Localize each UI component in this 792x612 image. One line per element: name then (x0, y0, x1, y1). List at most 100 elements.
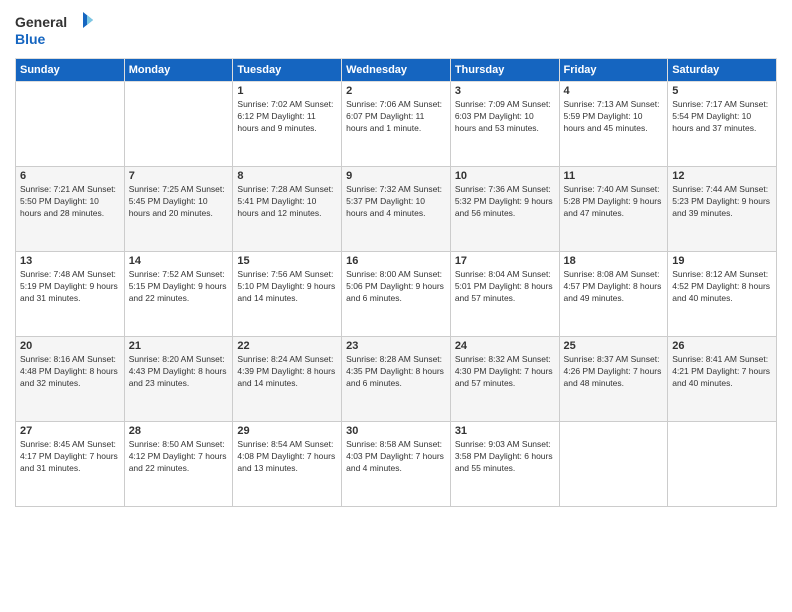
page-container: General Blue SundayMondayTuesdayWednesda… (0, 0, 792, 612)
day-info: Sunrise: 7:21 AM Sunset: 5:50 PM Dayligh… (20, 184, 120, 220)
calendar-cell (124, 82, 233, 167)
day-number: 4 (564, 85, 664, 97)
day-info: Sunrise: 8:54 AM Sunset: 4:08 PM Dayligh… (237, 439, 337, 475)
day-number: 24 (455, 340, 555, 352)
day-number: 1 (237, 85, 337, 97)
day-number: 18 (564, 255, 664, 267)
day-info: Sunrise: 8:28 AM Sunset: 4:35 PM Dayligh… (346, 354, 446, 390)
calendar-cell: 3 Sunrise: 7:09 AM Sunset: 6:03 PM Daylig… (450, 82, 559, 167)
day-number: 22 (237, 340, 337, 352)
calendar-cell: 17 Sunrise: 8:04 AM Sunset: 5:01 PM Dayli… (450, 252, 559, 337)
day-number: 27 (20, 425, 120, 437)
generalblue-logo-icon: General Blue (15, 10, 95, 50)
calendar-cell: 13 Sunrise: 7:48 AM Sunset: 5:19 PM Dayli… (16, 252, 125, 337)
day-info: Sunrise: 7:25 AM Sunset: 5:45 PM Dayligh… (129, 184, 229, 220)
svg-text:General: General (15, 14, 67, 30)
calendar-cell: 23 Sunrise: 8:28 AM Sunset: 4:35 PM Dayli… (342, 337, 451, 422)
day-info: Sunrise: 8:12 AM Sunset: 4:52 PM Dayligh… (672, 269, 772, 305)
calendar-cell: 27Sunrise: 8:45 AM Sunset: 4:17 PM Dayli… (16, 422, 125, 507)
day-number: 12 (672, 170, 772, 182)
calendar-cell: 25Sunrise: 8:37 AM Sunset: 4:26 PM Dayli… (559, 337, 668, 422)
day-number: 30 (346, 425, 446, 437)
day-number: 2 (346, 85, 446, 97)
calendar-cell: 29 Sunrise: 8:54 AM Sunset: 4:08 PM Dayli… (233, 422, 342, 507)
day-info: Sunrise: 8:50 AM Sunset: 4:12 PM Dayligh… (129, 439, 229, 475)
day-number: 17 (455, 255, 555, 267)
day-number: 10 (455, 170, 555, 182)
calendar-cell: 12Sunrise: 7:44 AM Sunset: 5:23 PM Dayli… (668, 167, 777, 252)
day-number: 25 (564, 340, 664, 352)
weekday-header-friday: Friday (559, 59, 668, 82)
day-number: 8 (237, 170, 337, 182)
day-number: 23 (346, 340, 446, 352)
calendar-table: SundayMondayTuesdayWednesdayThursdayFrid… (15, 58, 777, 507)
week-row-1: 1 Sunrise: 7:02 AM Sunset: 6:12 PM Daylig… (16, 82, 777, 167)
calendar-cell: 11 Sunrise: 7:40 AM Sunset: 5:28 PM Dayli… (559, 167, 668, 252)
day-info: Sunrise: 8:24 AM Sunset: 4:39 PM Dayligh… (237, 354, 337, 390)
day-number: 29 (237, 425, 337, 437)
calendar-cell: 5Sunrise: 7:17 AM Sunset: 5:54 PM Daylig… (668, 82, 777, 167)
calendar-cell: 30 Sunrise: 8:58 AM Sunset: 4:03 PM Dayli… (342, 422, 451, 507)
weekday-header-saturday: Saturday (668, 59, 777, 82)
calendar-cell: 20 Sunrise: 8:16 AM Sunset: 4:48 PM Dayli… (16, 337, 125, 422)
week-row-2: 6 Sunrise: 7:21 AM Sunset: 5:50 PM Daylig… (16, 167, 777, 252)
day-info: Sunrise: 8:20 AM Sunset: 4:43 PM Dayligh… (129, 354, 229, 390)
day-info: Sunrise: 7:48 AM Sunset: 5:19 PM Dayligh… (20, 269, 120, 305)
day-info: Sunrise: 7:36 AM Sunset: 5:32 PM Dayligh… (455, 184, 555, 220)
calendar-cell: 7Sunrise: 7:25 AM Sunset: 5:45 PM Daylig… (124, 167, 233, 252)
day-info: Sunrise: 8:08 AM Sunset: 4:57 PM Dayligh… (564, 269, 664, 305)
day-number: 21 (129, 340, 229, 352)
week-row-4: 20 Sunrise: 8:16 AM Sunset: 4:48 PM Dayli… (16, 337, 777, 422)
calendar-cell: 19 Sunrise: 8:12 AM Sunset: 4:52 PM Dayli… (668, 252, 777, 337)
day-info: Sunrise: 8:41 AM Sunset: 4:21 PM Dayligh… (672, 354, 772, 390)
day-number: 19 (672, 255, 772, 267)
day-info: Sunrise: 7:40 AM Sunset: 5:28 PM Dayligh… (564, 184, 664, 220)
calendar-cell (16, 82, 125, 167)
day-number: 9 (346, 170, 446, 182)
day-number: 3 (455, 85, 555, 97)
weekday-header-sunday: Sunday (16, 59, 125, 82)
day-number: 11 (564, 170, 664, 182)
day-info: Sunrise: 8:04 AM Sunset: 5:01 PM Dayligh… (455, 269, 555, 305)
day-number: 6 (20, 170, 120, 182)
calendar-cell: 16 Sunrise: 8:00 AM Sunset: 5:06 PM Dayli… (342, 252, 451, 337)
header: General Blue (15, 10, 777, 50)
calendar-cell: 31 Sunrise: 9:03 AM Sunset: 3:58 PM Dayli… (450, 422, 559, 507)
calendar-cell: 2 Sunrise: 7:06 AM Sunset: 6:07 PM Daylig… (342, 82, 451, 167)
calendar-cell: 10 Sunrise: 7:36 AM Sunset: 5:32 PM Dayli… (450, 167, 559, 252)
weekday-header-thursday: Thursday (450, 59, 559, 82)
day-info: Sunrise: 7:13 AM Sunset: 5:59 PM Dayligh… (564, 99, 664, 135)
calendar-cell: 9 Sunrise: 7:32 AM Sunset: 5:37 PM Daylig… (342, 167, 451, 252)
day-number: 26 (672, 340, 772, 352)
day-number: 28 (129, 425, 229, 437)
day-info: Sunrise: 8:16 AM Sunset: 4:48 PM Dayligh… (20, 354, 120, 390)
day-info: Sunrise: 8:58 AM Sunset: 4:03 PM Dayligh… (346, 439, 446, 475)
calendar-cell: 14Sunrise: 7:52 AM Sunset: 5:15 PM Dayli… (124, 252, 233, 337)
calendar-cell: 1 Sunrise: 7:02 AM Sunset: 6:12 PM Daylig… (233, 82, 342, 167)
calendar-cell: 18 Sunrise: 8:08 AM Sunset: 4:57 PM Dayli… (559, 252, 668, 337)
day-info: Sunrise: 7:32 AM Sunset: 5:37 PM Dayligh… (346, 184, 446, 220)
week-row-3: 13 Sunrise: 7:48 AM Sunset: 5:19 PM Dayli… (16, 252, 777, 337)
day-number: 16 (346, 255, 446, 267)
calendar-cell: 8Sunrise: 7:28 AM Sunset: 5:41 PM Daylig… (233, 167, 342, 252)
calendar-cell: 26 Sunrise: 8:41 AM Sunset: 4:21 PM Dayli… (668, 337, 777, 422)
day-info: Sunrise: 8:00 AM Sunset: 5:06 PM Dayligh… (346, 269, 446, 305)
day-number: 13 (20, 255, 120, 267)
calendar-cell (559, 422, 668, 507)
calendar-cell: 22 Sunrise: 8:24 AM Sunset: 4:39 PM Dayli… (233, 337, 342, 422)
day-info: Sunrise: 8:32 AM Sunset: 4:30 PM Dayligh… (455, 354, 555, 390)
day-info: Sunrise: 7:02 AM Sunset: 6:12 PM Dayligh… (237, 99, 337, 135)
calendar-cell (668, 422, 777, 507)
day-number: 31 (455, 425, 555, 437)
weekday-header-tuesday: Tuesday (233, 59, 342, 82)
calendar-cell: 24 Sunrise: 8:32 AM Sunset: 4:30 PM Dayli… (450, 337, 559, 422)
weekday-header-row: SundayMondayTuesdayWednesdayThursdayFrid… (16, 59, 777, 82)
day-info: Sunrise: 9:03 AM Sunset: 3:58 PM Dayligh… (455, 439, 555, 475)
day-info: Sunrise: 7:06 AM Sunset: 6:07 PM Dayligh… (346, 99, 446, 135)
svg-text:Blue: Blue (15, 31, 46, 47)
day-info: Sunrise: 7:09 AM Sunset: 6:03 PM Dayligh… (455, 99, 555, 135)
logo: General Blue (15, 10, 95, 50)
day-number: 20 (20, 340, 120, 352)
day-number: 14 (129, 255, 229, 267)
day-number: 15 (237, 255, 337, 267)
